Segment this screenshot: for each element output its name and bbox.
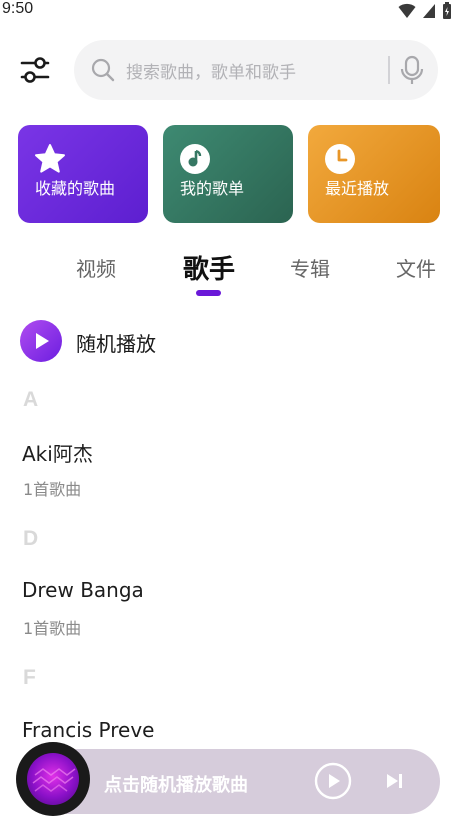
cell-signal-icon <box>423 4 435 18</box>
star-icon <box>35 144 65 173</box>
top-bar: 搜索歌曲，歌单和歌手 <box>0 40 458 100</box>
section-header-d: D <box>23 527 39 550</box>
search-input[interactable]: 搜索歌曲，歌单和歌手 <box>126 58 296 83</box>
tab-indicator <box>196 290 221 296</box>
tab-files[interactable]: 文件 <box>396 253 436 282</box>
favorite-songs-label: 收藏的歌曲 <box>35 179 116 198</box>
status-time: 9:50 <box>2 0 34 17</box>
tab-video[interactable]: 视频 <box>76 253 116 282</box>
favorite-songs-card[interactable]: 收藏的歌曲 <box>18 125 148 223</box>
wifi-icon <box>398 3 416 19</box>
status-bar: 9:50 <box>0 0 458 22</box>
battery-charging-icon <box>443 2 451 19</box>
player-hint-text: 点击随机播放歌曲 <box>104 775 248 796</box>
play-icon <box>36 333 49 349</box>
artist-song-count: 1首歌曲 <box>23 619 82 638</box>
search-divider <box>388 56 390 84</box>
artist-song-count: 1首歌曲 <box>23 480 82 499</box>
sliders-icon <box>20 57 50 83</box>
category-tabs: 视频 歌手 专辑 文件 <box>0 245 458 301</box>
album-cover <box>27 753 79 805</box>
clock-icon <box>325 144 355 174</box>
search-bar[interactable]: 搜索歌曲，歌单和歌手 <box>74 40 438 100</box>
artist-name[interactable]: Drew Banga <box>22 578 144 602</box>
microphone-icon[interactable] <box>398 54 426 86</box>
quick-access-cards: 收藏的歌曲 我的歌单 最近播放 <box>18 125 440 223</box>
album-disc[interactable] <box>16 742 90 816</box>
section-header-f: F <box>23 666 36 689</box>
my-playlists-card[interactable]: 我的歌单 <box>163 125 293 223</box>
tab-albums[interactable]: 专辑 <box>290 253 330 282</box>
music-note-icon <box>180 144 210 174</box>
shuffle-play-row[interactable]: 随机播放 <box>20 318 440 364</box>
search-icon <box>91 58 115 82</box>
play-button-icon[interactable] <box>314 762 352 800</box>
skip-next-icon[interactable] <box>384 771 404 791</box>
my-playlists-label: 我的歌单 <box>180 179 245 198</box>
artist-name[interactable]: Aki阿杰 <box>22 438 93 467</box>
artist-name[interactable]: Francis Preve <box>22 718 154 742</box>
shuffle-play-button[interactable] <box>20 320 62 362</box>
recently-played-label: 最近播放 <box>325 179 390 198</box>
status-icons <box>398 2 452 20</box>
filter-button[interactable] <box>18 54 52 86</box>
artist-list: A Aki阿杰 1首歌曲 D Drew Banga 1首歌曲 F Francis… <box>0 380 458 750</box>
recently-played-card[interactable]: 最近播放 <box>308 125 440 223</box>
wave-pattern-icon <box>32 768 76 792</box>
section-header-a: A <box>23 388 39 411</box>
tab-artists[interactable]: 歌手 <box>183 249 235 286</box>
shuffle-play-label: 随机播放 <box>76 332 156 356</box>
